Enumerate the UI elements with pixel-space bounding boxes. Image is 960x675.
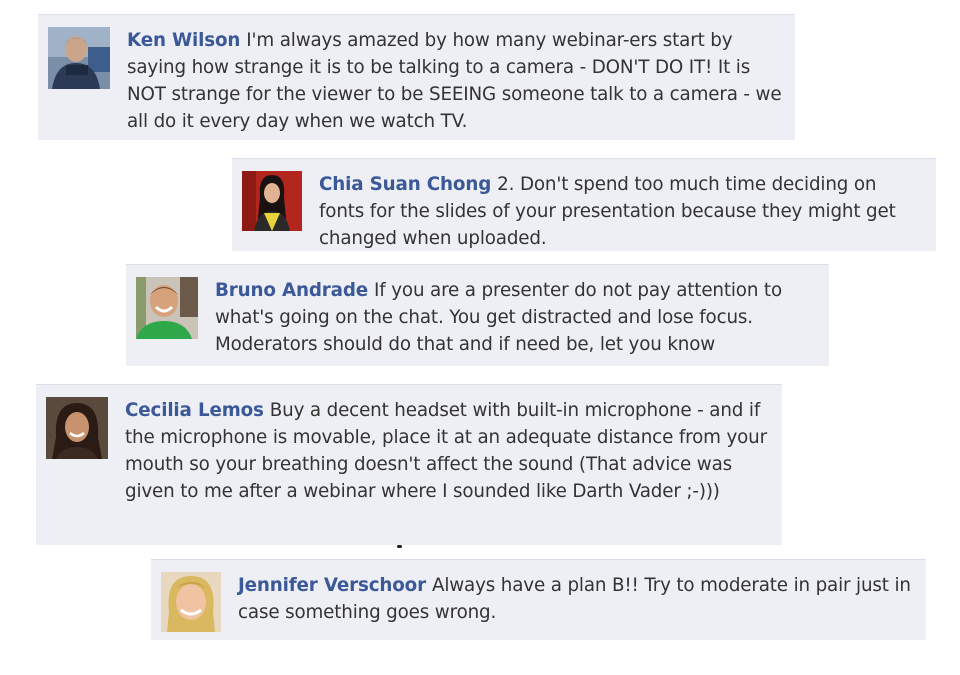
author-link[interactable]: Ken Wilson — [127, 30, 240, 51]
author-link[interactable]: Cecilia Lemos — [125, 400, 264, 421]
avatar[interactable] — [161, 572, 221, 632]
avatar[interactable] — [242, 171, 302, 231]
avatar-photo — [48, 27, 110, 89]
comment-body: Bruno Andrade If you are a presenter do n… — [215, 277, 819, 358]
avatar-photo — [46, 397, 108, 459]
avatar[interactable] — [46, 397, 108, 459]
comment-item: Chia Suan Chong 2. Don't spend too much t… — [232, 158, 936, 251]
comment-item: Bruno Andrade If you are a presenter do n… — [126, 264, 829, 366]
comment-item: Jennifer Verschoor Always have a plan B!!… — [151, 559, 926, 640]
avatar-photo — [136, 277, 198, 339]
avatar-photo — [242, 171, 302, 231]
comment-body: Jennifer Verschoor Always have a plan B!!… — [238, 572, 916, 626]
comment-body: Ken Wilson I'm always amazed by how many … — [127, 27, 785, 135]
comment-item: Cecilia Lemos Buy a decent headset with b… — [36, 384, 782, 545]
comment-body: Cecilia Lemos Buy a decent headset with b… — [125, 397, 772, 505]
comment-item: Ken Wilson I'm always amazed by how many … — [38, 14, 795, 140]
author-link[interactable]: Jennifer Verschoor — [238, 575, 426, 596]
author-link[interactable]: Chia Suan Chong — [319, 174, 491, 195]
comment-body: Chia Suan Chong 2. Don't spend too much t… — [319, 171, 926, 252]
avatar[interactable] — [136, 277, 198, 339]
avatar-photo — [161, 572, 221, 632]
avatar[interactable] — [48, 27, 110, 89]
author-link[interactable]: Bruno Andrade — [215, 280, 368, 301]
divider-mark — [397, 545, 402, 548]
